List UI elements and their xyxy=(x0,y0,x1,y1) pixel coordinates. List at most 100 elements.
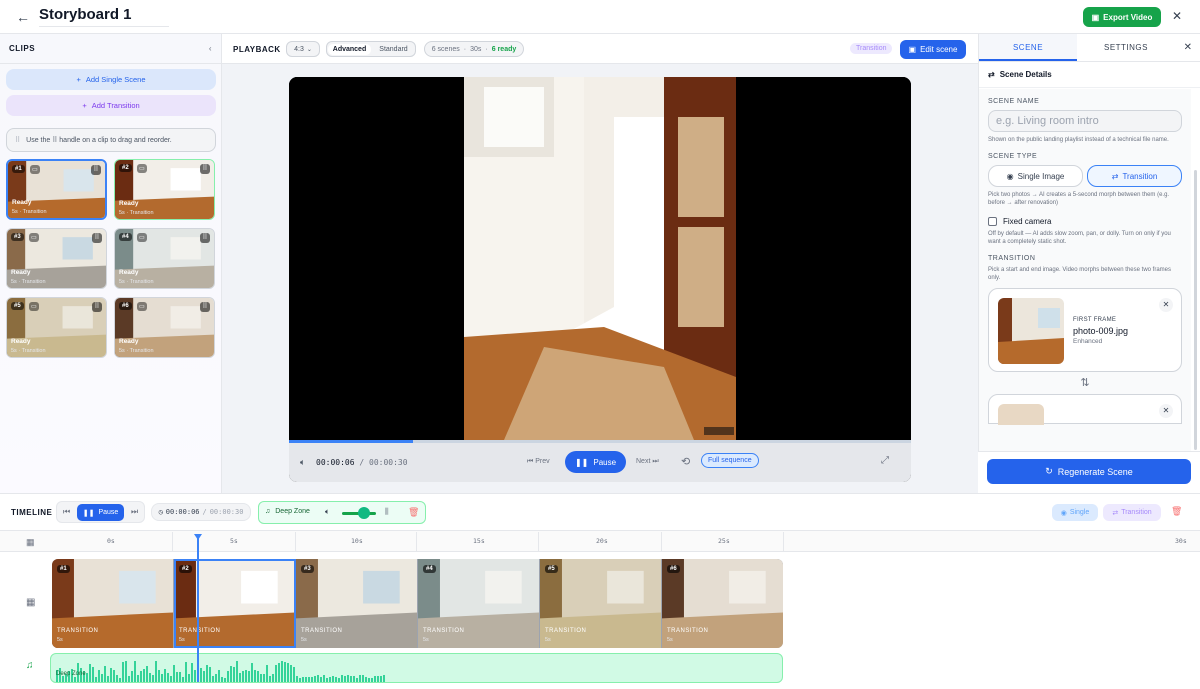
add-transition-timeline-button[interactable]: ⇄ Transition xyxy=(1103,504,1161,521)
waveform-bar xyxy=(200,668,202,682)
prev-label: Prev xyxy=(535,458,550,465)
remove-frame-icon[interactable]: ✕ xyxy=(1159,298,1173,312)
waveform-bar xyxy=(143,669,145,682)
timeline-clip[interactable]: #1 TRANSITION 5s xyxy=(52,559,174,648)
waveform-bar xyxy=(257,671,259,682)
ruler-gridline xyxy=(538,532,539,551)
music-name[interactable]: ♫ Deep Zone xyxy=(265,508,310,515)
timeline-clip-duration: 5s xyxy=(301,637,307,643)
skip-forward-icon[interactable]: ⏭︎ xyxy=(131,507,138,517)
add-single-timeline-button[interactable]: ◉ Single xyxy=(1052,504,1098,521)
waveform-bar xyxy=(299,678,301,682)
dot-separator: · xyxy=(463,45,467,53)
ruler-gridline xyxy=(295,532,296,551)
fixed-camera-checkbox[interactable]: Fixed camera xyxy=(988,217,1182,226)
fullscreen-icon[interactable]: ⤢ xyxy=(881,455,889,466)
timeline-clip[interactable]: #2 TRANSITION 5s xyxy=(174,559,296,648)
next-button[interactable]: Next ⏭︎ xyxy=(636,458,659,466)
edit-scene-button[interactable]: ▣ Edit scene xyxy=(900,40,966,59)
waveform-bar xyxy=(317,675,319,682)
drag-handle-icon[interactable]: ⠿ xyxy=(200,302,210,312)
export-video-button[interactable]: ▣ Export Video xyxy=(1083,7,1161,27)
full-sequence-toggle[interactable]: Full sequence xyxy=(701,453,759,468)
mode-advanced[interactable]: Advanced xyxy=(328,43,371,55)
timeline-clip[interactable]: #3 TRANSITION 5s xyxy=(296,559,418,648)
inspector-scrollbar[interactable] xyxy=(1194,170,1197,450)
pause-button[interactable]: ❚❚ Pause xyxy=(565,451,626,473)
prev-button[interactable]: ⏮︎ Prev xyxy=(527,458,550,466)
pause-icon: ❚❚ xyxy=(574,457,589,467)
timeline-clip[interactable]: #4 TRANSITION 5s xyxy=(418,559,540,648)
waveform-bar xyxy=(152,675,154,682)
clip-meta: 5s · Transition xyxy=(11,279,46,285)
waveform-bar xyxy=(128,676,130,682)
drag-handle-icon[interactable]: ⠿ xyxy=(91,165,101,175)
clip-card[interactable]: #3 ▭ ⠿ Ready 5s · Transition xyxy=(6,228,107,289)
ruler-tick-label: 5s xyxy=(230,537,238,545)
clip-card[interactable]: #4 ▭ ⠿ Ready 5s · Transition xyxy=(114,228,215,289)
scene-name-input[interactable]: e.g. Living room intro xyxy=(988,110,1182,132)
tab-settings[interactable]: SETTINGS xyxy=(1077,34,1175,61)
storyboard-title[interactable]: Storyboard 1 xyxy=(39,6,169,27)
video-viewport[interactable] xyxy=(289,77,911,440)
volume-icon[interactable]: 🔈︎ xyxy=(325,507,330,517)
waveform-bar xyxy=(242,671,244,682)
aspect-ratio-select[interactable]: 4:3 ⌄ xyxy=(286,41,320,57)
tab-scene[interactable]: SCENE xyxy=(979,34,1077,61)
back-arrow-icon[interactable]: ← xyxy=(14,8,32,26)
timeline-clip[interactable]: #6 TRANSITION 5s xyxy=(662,559,783,648)
waveform-bar xyxy=(89,664,91,682)
timeline-pause-label: Pause xyxy=(98,509,119,516)
drag-handle-icon[interactable]: ⠿ xyxy=(92,302,102,312)
close-panel-icon[interactable]: ✕ xyxy=(1184,42,1192,53)
swap-frames-icon[interactable]: ⇅ xyxy=(988,376,1182,389)
playhead[interactable] xyxy=(197,534,199,682)
waveform-bar xyxy=(368,678,370,682)
type-single-image-button[interactable]: ◉ Single Image xyxy=(988,165,1083,187)
timeline-clip-duration: 5s xyxy=(57,637,63,643)
first-frame-card[interactable]: FIRST FRAME photo-009.jpg Enhanced ✕ xyxy=(988,288,1182,372)
clip-card[interactable]: #6 ▭ ⠿ Ready 5s · Transition xyxy=(114,297,215,358)
regenerate-scene-button[interactable]: ↻ Regenerate Scene xyxy=(987,459,1191,484)
regenerate-label: Regenerate Scene xyxy=(1057,466,1133,477)
waveform-bar xyxy=(287,663,289,682)
timeline-title: TIMELINE xyxy=(11,508,53,517)
drag-handle-icon[interactable]: ⠿ xyxy=(200,233,210,243)
time-ruler[interactable]: ▦ 0s 5s 10s 15s 20s 25s 30s xyxy=(0,531,1200,552)
last-frame-card[interactable]: ✕ xyxy=(988,394,1182,425)
waveform-bar xyxy=(233,667,235,682)
close-icon[interactable]: ✕ xyxy=(1172,9,1182,23)
clip-card[interactable]: #2 ▭ ⠿ Ready 5s · Transition xyxy=(114,159,215,220)
playhead-handle[interactable] xyxy=(194,534,202,540)
drag-handle-icon[interactable]: ⠿ xyxy=(92,233,102,243)
ruler-tick-label: 0s xyxy=(107,537,115,545)
type-transition-button[interactable]: ⇄ Transition xyxy=(1087,165,1182,187)
remove-frame-icon[interactable]: ✕ xyxy=(1159,404,1173,418)
waveform-bar xyxy=(224,678,226,682)
checkbox-box[interactable] xyxy=(988,217,997,226)
collapse-chevron-icon[interactable]: ‹ xyxy=(209,44,212,53)
audio-track-label: Deep Zone xyxy=(56,671,86,677)
timeline-clip[interactable]: #5 TRANSITION 5s xyxy=(540,559,662,648)
transition-label: Transition xyxy=(1121,509,1152,516)
video-player: 🔈︎ 00:00:06 / 00:00:30 ⏮︎ Prev ❚❚ Pause … xyxy=(289,77,911,482)
skip-back-icon[interactable]: ⏮︎ xyxy=(63,507,70,517)
scene-type-label: SCENE TYPE xyxy=(988,153,1038,160)
edit-scene-label: Edit scene xyxy=(920,45,958,54)
clip-card[interactable]: #5 ▭ ⠿ Ready 5s · Transition xyxy=(6,297,107,358)
waveform-bar xyxy=(302,677,304,682)
music-library-icon[interactable]: ⫼ xyxy=(385,507,389,517)
remove-music-icon[interactable]: 🗑︎ xyxy=(408,507,419,518)
volume-slider-knob[interactable] xyxy=(358,507,370,519)
timeline-clip-type: TRANSITION xyxy=(545,628,587,634)
loop-icon[interactable]: ⟲ xyxy=(681,455,690,468)
volume-icon[interactable]: 🔈︎ xyxy=(300,457,305,468)
drag-handle-icon[interactable]: ⠿ xyxy=(200,164,210,174)
delete-clip-icon[interactable]: 🗑︎ xyxy=(1171,506,1182,517)
timeline-pause-button[interactable]: ❚❚ Pause xyxy=(77,504,124,521)
add-single-scene-button[interactable]: + Add Single Scene xyxy=(6,69,216,90)
clip-card[interactable]: #1 ▭ ⠿ Ready 5s · Transition xyxy=(6,159,107,220)
add-transition-button[interactable]: + Add Transition xyxy=(6,95,216,116)
audio-track[interactable]: Deep Zone xyxy=(50,653,783,683)
mode-standard[interactable]: Standard xyxy=(372,46,415,53)
